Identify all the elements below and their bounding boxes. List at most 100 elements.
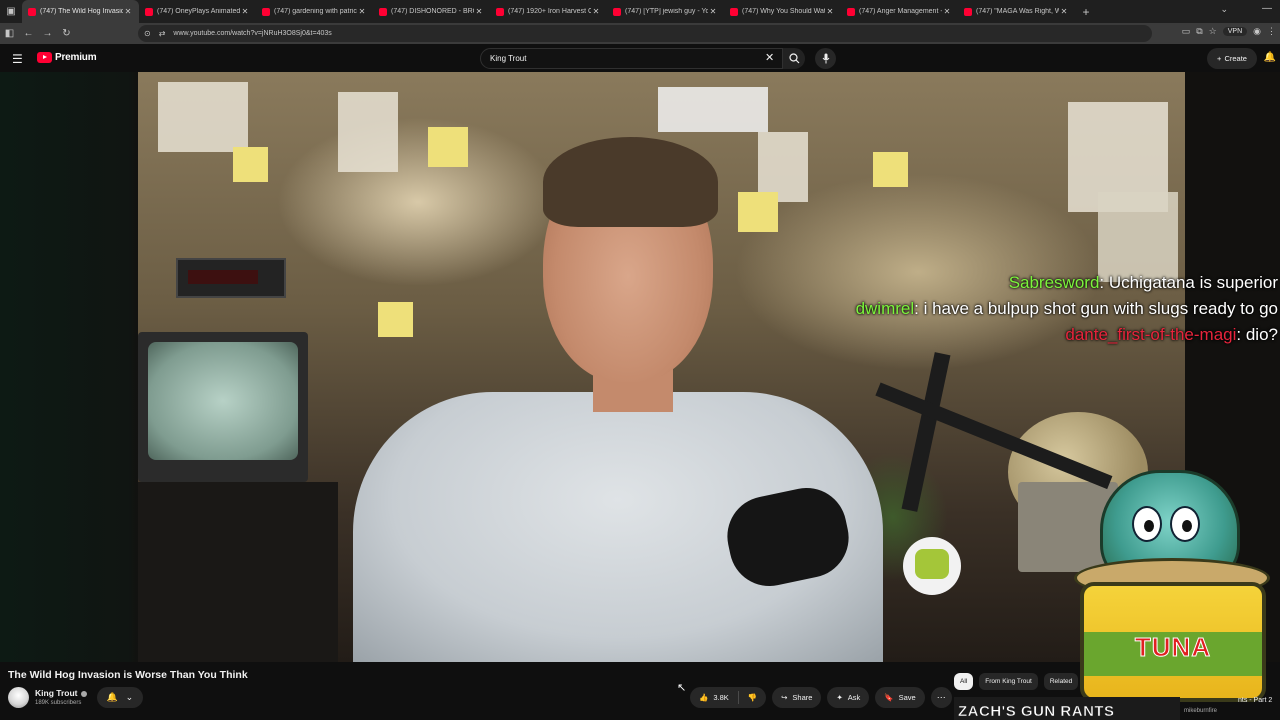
clear-search-icon[interactable]: ✕ [765,51,774,64]
video-title: The Wild Hog Invasion is Worse Than You … [8,669,248,681]
create-label: Create [1224,54,1247,63]
chevron-down-icon: ⌄ [125,692,134,702]
video-player[interactable] [138,72,1185,662]
like-button[interactable]: 👍 3.8K [690,687,738,708]
cast-icon[interactable]: ▭ [1182,26,1191,37]
chip-from-channel[interactable]: From King Trout [979,673,1038,690]
tab-title: (747) DISHONORED - BROTEAM [391,8,474,15]
tv-screen [148,342,298,460]
forward-button[interactable]: → [38,28,57,39]
channel-name[interactable]: King Trout [35,688,87,698]
browser-tab[interactable]: (747) DISHONORED - BROTEAM✕ [373,0,490,23]
tab-search-icon[interactable]: ⌄ [1220,4,1228,15]
chat-message: Sabresword: Uchigatana is superior [856,270,1278,296]
close-tab-icon[interactable]: ✕ [708,7,718,16]
subscribed-button[interactable]: 🔔 ⌄ [97,687,143,708]
profile-icon[interactable]: ◉ [1253,26,1261,37]
tab-list: (747) The Wild Hog Invasion is✕(747) One… [22,0,1075,23]
close-tab-icon[interactable]: ✕ [591,7,601,16]
sticky-note [233,147,268,182]
recommendation-title[interactable]: nts - Part 2 [1238,697,1272,704]
url-text: www.youtube.com/watch?v=jNRuH3O8Sj0&t=40… [173,30,332,37]
close-tab-icon[interactable]: ✕ [1059,7,1069,16]
share-label: Share [792,693,813,702]
fish-eye [1170,506,1200,542]
ask-label: Ask [847,693,861,702]
video-actions: 👍 3.8K 👎 ↪ Share ✦ Ask 🔖 Save ⋯ [690,687,952,708]
close-tab-icon[interactable]: ✕ [240,7,250,16]
tuna-can: TUNA [1080,582,1266,702]
sticky-note [738,192,778,232]
tune-icon[interactable]: ⇄ [159,29,166,38]
create-button[interactable]: + Create [1207,48,1257,69]
channel-name-text: King Trout [35,688,78,698]
close-tab-icon[interactable]: ✕ [357,7,367,16]
more-actions-button[interactable]: ⋯ [930,687,952,708]
search-input[interactable]: King Trout [480,48,783,69]
close-tab-icon[interactable]: ✕ [942,7,952,16]
new-tab-button[interactable]: + [1075,5,1097,19]
sidebar-toggle-icon[interactable]: ◧ [0,28,19,39]
sticky-note [428,127,468,167]
minimize-window-button[interactable]: — [1262,3,1272,14]
chat-username: Sabresword [1008,273,1100,292]
microphone-icon [822,53,829,64]
search-button[interactable] [783,48,805,69]
youtube-favicon-icon [496,7,504,16]
tab-title: (747) "MAGA Was Right, We W [976,8,1059,15]
youtube-play-icon [37,52,52,63]
close-tab-icon[interactable]: ✕ [474,7,484,16]
youtube-favicon-icon [145,7,153,16]
ask-button[interactable]: ✦ Ask [827,687,870,708]
tuna-label: TUNA [1134,632,1212,663]
save-button[interactable]: 🔖 Save [875,687,925,708]
youtube-favicon-icon [262,7,270,16]
search-icon [788,53,799,64]
brand-label: Premium [55,52,97,63]
browser-tab[interactable]: (747) Why You Should Watch E✕ [724,0,841,23]
tab-title: (747) Why You Should Watch E [742,8,825,15]
channel-avatar[interactable] [8,687,29,708]
browser-tab[interactable]: (747) 1920+ Iron Harvest Cinem✕ [490,0,607,23]
youtube-favicon-icon [379,7,387,16]
browser-tab[interactable]: (747) gardening with patrick st✕ [256,0,373,23]
youtube-favicon-icon [847,7,855,16]
youtube-masthead: ☰ Premium King Trout ✕ + Create 🔔 [0,44,1280,72]
address-bar[interactable]: ⊙ ⇄ www.youtube.com/watch?v=jNRuH3O8Sj0&… [138,25,1152,42]
fish-eye [1132,506,1162,542]
share-button[interactable]: ↪ Share [772,687,822,708]
bookmark-icon: 🔖 [884,693,894,702]
reload-button[interactable]: ↻ [57,28,76,39]
chat-text: : dio? [1236,325,1278,344]
close-tab-icon[interactable]: ✕ [123,7,133,16]
close-tab-icon[interactable]: ✕ [825,7,835,16]
tab-actions-icon[interactable]: ▣ [0,0,22,23]
browser-tab[interactable]: (747) Anger Management - Car✕ [841,0,958,23]
dislike-button[interactable]: 👎 [739,687,766,708]
vpn-button[interactable]: VPN [1222,27,1248,36]
browser-tab[interactable]: (747) "MAGA Was Right, We W✕ [958,0,1075,23]
browser-tab[interactable]: (747) The Wild Hog Invasion is✕ [22,0,139,23]
bookmark-star-icon[interactable]: ☆ [1209,26,1217,37]
mic-sticker [903,537,961,595]
youtube-favicon-icon [613,7,621,16]
guide-menu-icon[interactable]: ☰ [12,52,23,66]
browser-tab[interactable]: (747) [YTP] jewish guy - YouTub✕ [607,0,724,23]
thumbnail-text: ZACH'S GUN RANTS [958,703,1115,720]
menu-dots-icon[interactable]: ⋮ [1267,26,1276,37]
tuna-can-overlay: TUNA [1074,462,1270,706]
voice-search-button[interactable] [815,48,836,69]
sticky-note [378,302,413,337]
browser-tab[interactable]: (747) OneyPlays Animated: J.K.✕ [139,0,256,23]
site-info-icon[interactable]: ⊙ [144,29,151,38]
recommendation-thumbnail[interactable]: ZACH'S GUN RANTS [954,697,1180,720]
chip-all[interactable]: All [954,673,974,690]
chip-related[interactable]: Related [1043,673,1079,690]
digital-clock [176,258,286,298]
back-button[interactable]: ← [19,28,38,39]
share-icon: ↪ [781,693,788,702]
browser-toolbar: ◧ ← → ↻ ⊙ ⇄ www.youtube.com/watch?v=jNRu… [0,23,1280,44]
pip-icon[interactable]: ⧉ [1196,26,1202,37]
youtube-logo[interactable]: Premium [37,52,97,63]
notifications-bell-icon[interactable]: 🔔 [1264,52,1276,63]
